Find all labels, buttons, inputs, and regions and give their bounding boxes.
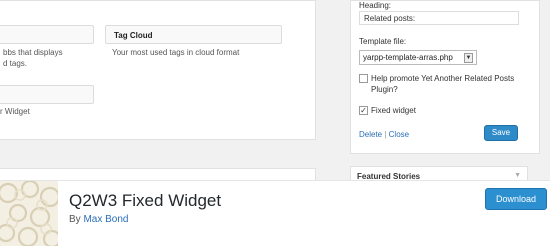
widget-tag-cloud-desc: Your most used tags in cloud format [112, 48, 240, 57]
lower-widgets-panel [0, 168, 316, 180]
chevron-down-icon[interactable]: ▼ [464, 52, 473, 63]
chevron-down-icon[interactable]: ▼ [514, 172, 521, 179]
promote-label: Help promote Yet Another Related Posts P… [371, 74, 515, 94]
fixed-widget-label: Fixed widget [371, 106, 416, 115]
widget-tag-cloud-title: Tag Cloud [114, 31, 153, 40]
widget-left-desc-line2: d tags. [3, 59, 28, 68]
template-label: Template file: [359, 37, 407, 46]
widget-actions: Delete | Close [359, 130, 409, 139]
plugin-by-prefix: By [69, 214, 84, 225]
plugin-author-line: By Max Bond [69, 214, 128, 225]
fixed-widget-checkbox[interactable]: ✓ [359, 106, 368, 115]
plugin-thumbnail [0, 181, 58, 246]
plugin-title[interactable]: Q2W3 Fixed Widget [69, 191, 221, 211]
fixed-widget-checkbox-row[interactable]: ✓ Fixed widget [359, 105, 416, 116]
close-link[interactable]: Close [389, 130, 409, 139]
promote-checkbox-row[interactable]: Help promote Yet Another Related Posts P… [359, 73, 519, 95]
featured-stories-title: Featured Stories [357, 172, 421, 180]
download-button[interactable]: Download [485, 188, 547, 210]
template-select-value: yarpp-template-arras.php [363, 53, 453, 62]
heading-label: Heading: [359, 1, 392, 10]
plugin-author-link[interactable]: Max Bond [83, 214, 128, 225]
widget-box-left-2[interactable] [0, 85, 94, 104]
widget-box-left[interactable] [0, 25, 94, 44]
plugin-card: Q2W3 Fixed Widget By Max Bond Download [0, 180, 550, 246]
save-button[interactable]: Save [484, 125, 518, 141]
heading-input[interactable] [359, 11, 519, 25]
template-select[interactable]: yarpp-template-arras.php ▼ [359, 50, 477, 65]
admin-screenshot: Tag Cloud bbs that displays d tags. Your… [0, 0, 550, 180]
widget-tag-cloud[interactable]: Tag Cloud [105, 25, 282, 44]
delete-link[interactable]: Delete [359, 130, 382, 139]
widget-left-widget-desc: r Widget [0, 107, 30, 116]
featured-stories-widget[interactable]: Featured Stories ▼ [350, 166, 528, 180]
available-widgets-panel: Tag Cloud bbs that displays d tags. Your… [0, 0, 316, 140]
circles-pattern-icon [0, 181, 58, 246]
widget-left-desc-line1: bbs that displays [3, 48, 63, 57]
promote-checkbox[interactable] [359, 74, 368, 83]
